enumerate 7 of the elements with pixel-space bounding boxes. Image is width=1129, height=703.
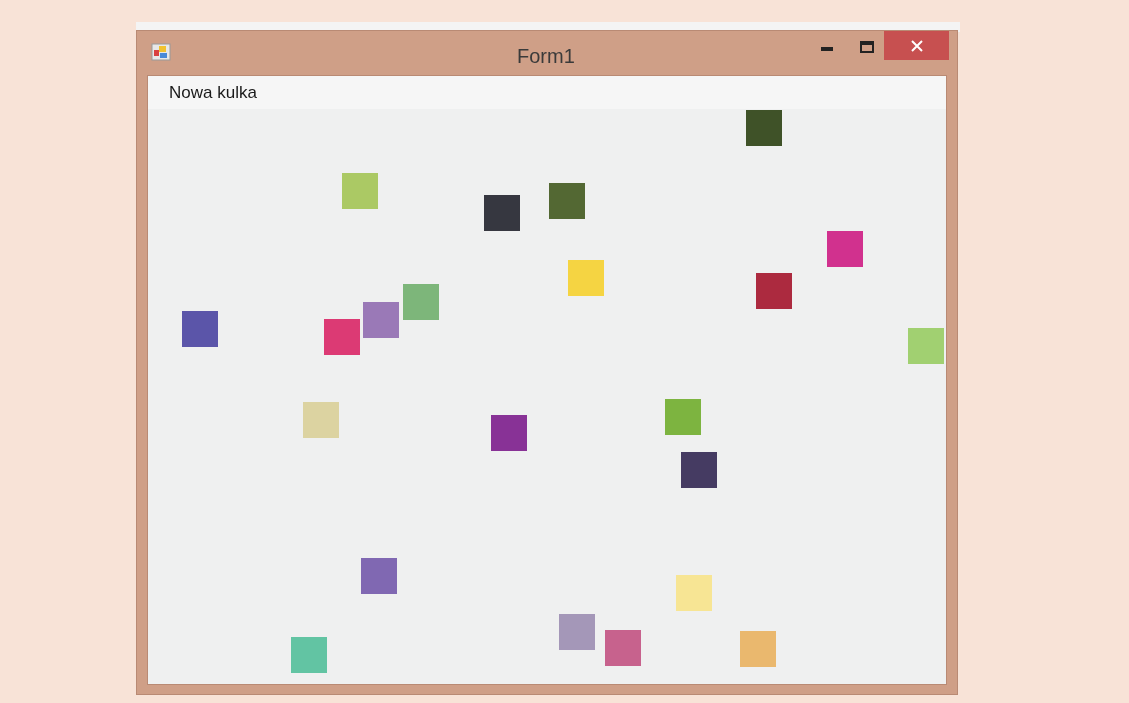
minimize-icon <box>821 47 833 51</box>
close-button[interactable] <box>884 31 949 60</box>
close-icon <box>910 39 923 52</box>
app-icon <box>151 43 171 61</box>
menu-item[interactable]: Nowa kulka <box>162 79 264 106</box>
maximize-icon <box>860 41 874 53</box>
window-title: Form1 <box>517 44 575 69</box>
